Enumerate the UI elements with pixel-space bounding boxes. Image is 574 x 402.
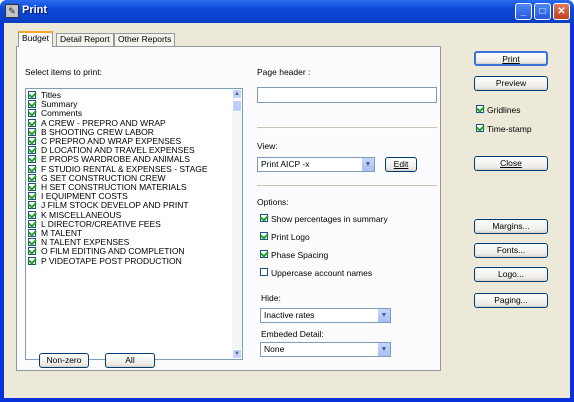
options-label: Options: [257, 197, 289, 207]
paging-button[interactable]: Paging... [474, 293, 548, 308]
checkbox-icon[interactable] [28, 100, 36, 109]
items-list[interactable]: Titles Summary Comments A CREW - PREPRO AND… [25, 88, 243, 360]
option-label: Show percentages in summary [271, 214, 388, 224]
page-header-input[interactable] [257, 87, 437, 103]
select-items-label: Select items to print: [25, 67, 103, 77]
checkbox-icon[interactable] [28, 91, 36, 99]
checkbox-icon[interactable] [28, 247, 36, 256]
hide-select-value: Inactive rates [264, 310, 315, 320]
option-checkbox[interactable]: Phase Spacing [260, 250, 328, 260]
divider [257, 127, 437, 129]
timestamp-check-icon [476, 124, 484, 132]
maximize-button[interactable]: □ [534, 3, 551, 20]
checkbox-icon[interactable] [28, 164, 36, 173]
option-checkbox[interactable]: Print Logo [260, 232, 310, 242]
option-label: Uppercase account names [271, 268, 373, 278]
close-window-button[interactable]: ✕ [553, 3, 570, 20]
checkbox-icon [260, 268, 268, 276]
title-bar[interactable]: ✎ Print _ □ ✕ [0, 0, 574, 23]
tab-detail-report[interactable]: Detail Report [56, 33, 114, 46]
checkbox-icon[interactable] [28, 201, 36, 210]
dialog-body: Budget Detail Report Other Reports Selec… [4, 23, 570, 398]
view-label: View: [257, 141, 278, 151]
checkbox-icon[interactable] [28, 229, 36, 237]
list-item[interactable]: P VIDEOTAPE POST PRODUCTION [28, 255, 182, 266]
checkbox-icon [260, 250, 268, 258]
option-label: Phase Spacing [271, 250, 329, 260]
close-button[interactable]: Close [474, 156, 548, 171]
checkbox-icon [260, 214, 268, 222]
maximize-icon: □ [539, 6, 546, 17]
tab-budget[interactable]: Budget [18, 31, 53, 47]
up-arrow-icon: ▲ [234, 91, 240, 97]
app-icon: ✎ [5, 4, 19, 18]
checkbox-icon[interactable] [28, 256, 36, 265]
option-label: Print Logo [271, 232, 310, 242]
chevron-down-icon: ▼ [361, 158, 374, 171]
option-checkbox[interactable]: Show percentages in summary [260, 214, 388, 224]
checkbox-icon[interactable] [28, 118, 36, 127]
timestamp-label: Time-stamp [487, 124, 532, 134]
window-title: Print [22, 4, 48, 16]
page-header-label: Page header : [257, 67, 311, 77]
all-button[interactable]: All [105, 353, 155, 368]
list-item-label: P VIDEOTAPE POST PRODUCTION [41, 255, 182, 266]
scroll-up-button[interactable]: ▲ [232, 89, 242, 99]
timestamp-checkbox[interactable]: Time-stamp [476, 124, 532, 134]
chevron-down-icon: ▼ [377, 343, 390, 356]
hide-select[interactable]: Inactive rates ▼ [260, 308, 391, 323]
print-window: ✎ Print _ □ ✕ Budget Detail Report Other… [0, 0, 574, 402]
checkbox-icon[interactable] [28, 219, 36, 228]
checkbox-icon[interactable] [28, 146, 36, 155]
checkbox-icon[interactable] [28, 183, 36, 191]
budget-tab-panel: Select items to print: Titles Summary Comm… [16, 46, 441, 371]
non-zero-button[interactable]: Non-zero [39, 353, 89, 368]
edit-button[interactable]: Edit [385, 157, 417, 172]
view-select-value: Print AICP -x [261, 159, 310, 169]
preview-button[interactable]: Preview [474, 76, 548, 91]
view-select[interactable]: Print AICP -x ▼ [257, 157, 375, 172]
close-button-label: Close [500, 158, 522, 168]
option-checkbox[interactable]: Uppercase account names [260, 268, 372, 278]
scroll-down-button[interactable]: ▼ [232, 349, 242, 359]
fonts-button[interactable]: Fonts... [474, 243, 548, 258]
list-scrollbar[interactable]: ▲ ▼ [232, 89, 242, 359]
checkbox-icon[interactable] [28, 192, 36, 201]
gridlines-label: Gridlines [487, 105, 521, 115]
minimize-icon: _ [520, 6, 527, 17]
checkbox-icon[interactable] [28, 109, 36, 118]
margins-button[interactable]: Margins... [474, 219, 548, 234]
embeded-detail-label: Embeded Detail: [261, 329, 324, 339]
checkbox-icon[interactable] [28, 137, 36, 145]
checkbox-icon[interactable] [28, 127, 36, 136]
checkbox-icon [260, 232, 268, 240]
checkbox-icon[interactable] [28, 210, 36, 219]
down-arrow-icon: ▼ [234, 351, 240, 357]
gridlines-check-icon [476, 105, 484, 113]
checkbox-icon[interactable] [28, 173, 36, 182]
embeded-detail-value: None [264, 344, 285, 354]
print-button[interactable]: Print [474, 51, 548, 66]
minimize-button[interactable]: _ [515, 3, 532, 20]
logo-button[interactable]: Logo... [474, 267, 548, 282]
edit-button-label: Edit [393, 159, 409, 169]
close-icon: ✕ [557, 6, 566, 17]
checkbox-icon[interactable] [28, 238, 36, 247]
tab-other-reports[interactable]: Other Reports [114, 33, 176, 46]
scroll-thumb[interactable] [232, 100, 242, 112]
gridlines-checkbox[interactable]: Gridlines [476, 105, 521, 115]
checkbox-icon[interactable] [28, 155, 36, 164]
embeded-detail-select[interactable]: None ▼ [260, 342, 391, 357]
print-button-label: Print [502, 54, 520, 64]
chevron-down-icon: ▼ [377, 309, 390, 322]
hide-label: Hide: [261, 293, 281, 303]
divider [257, 185, 437, 187]
